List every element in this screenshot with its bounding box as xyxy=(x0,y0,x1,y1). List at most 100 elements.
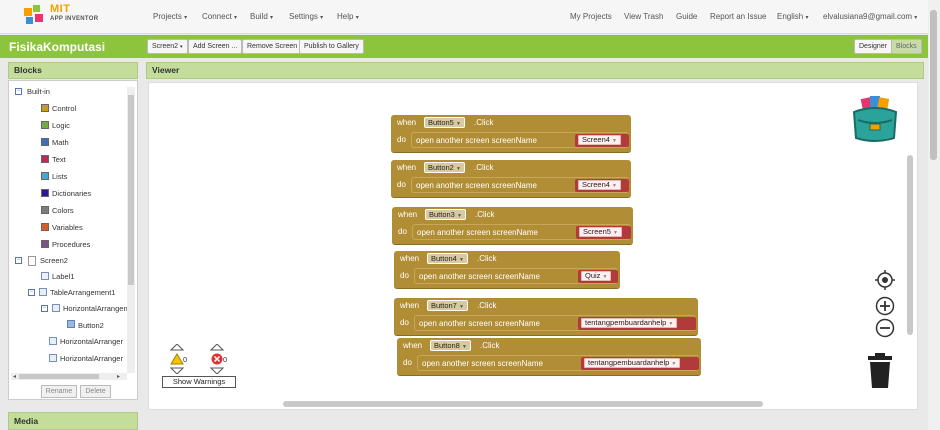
component-dropdown[interactable]: Button5 ▼ xyxy=(424,117,465,128)
tree-label1[interactable]: Label1 xyxy=(52,272,75,281)
add-screen-button[interactable]: Add Screen ... xyxy=(188,39,243,54)
event-block-button8-click[interactable]: when Button8 ▼ .Click do open another sc… xyxy=(397,338,701,376)
math-color-icon xyxy=(41,138,49,146)
tree-logic[interactable]: Logic xyxy=(52,121,70,130)
workspace-vertical-scrollbar[interactable] xyxy=(907,155,913,335)
screen-name-text-block[interactable]: tentangpembuardanhelp ▼ xyxy=(578,317,696,330)
screen-name-text-block[interactable]: Quiz ▼ xyxy=(578,270,618,283)
open-another-screen-block[interactable]: open another screen screenName Screen4 ▼ xyxy=(411,132,629,148)
tree-screen2[interactable]: Screen2 xyxy=(40,256,68,265)
delete-button[interactable]: Delete xyxy=(80,385,111,398)
tree-table-arrangement1[interactable]: TableArrangement1 xyxy=(50,288,115,297)
control-color-icon xyxy=(41,104,49,112)
media-panel-header: Media xyxy=(8,412,138,430)
designer-button[interactable]: Designer xyxy=(854,39,893,54)
scrollbar-thumb[interactable] xyxy=(930,10,937,160)
menu-build[interactable]: Build ▾ xyxy=(250,12,273,21)
link-my-projects[interactable]: My Projects xyxy=(570,12,612,21)
language-select[interactable]: English ▾ xyxy=(777,12,809,21)
menu-settings[interactable]: Settings ▾ xyxy=(289,12,323,21)
component-dropdown[interactable]: Button8 ▼ xyxy=(430,340,471,351)
collapse-icon[interactable]: − xyxy=(15,257,22,264)
open-another-screen-block[interactable]: open another screen screenName tentangpe… xyxy=(414,315,696,331)
menu-connect[interactable]: Connect ▾ xyxy=(202,12,237,21)
screen-name-dropdown[interactable]: tentangpembuardanhelp ▼ xyxy=(584,358,681,368)
event-block-button3-click[interactable]: when Button3 ▼ .Click do open another sc… xyxy=(392,207,633,245)
screen-select-button[interactable]: Screen2 ▾ xyxy=(147,39,188,54)
app-inventor-logo[interactable]: MIT APP INVENTOR xyxy=(22,3,112,29)
event-block-button5-click[interactable]: when Button5 ▼ .Click do open another sc… xyxy=(391,115,631,153)
tree-button2[interactable]: Button2 xyxy=(78,321,104,330)
open-another-screen-block[interactable]: open another screen screenName Screen4 ▼ xyxy=(411,177,629,193)
zoom-in-icon[interactable] xyxy=(875,296,895,316)
menu-projects[interactable]: Projects ▾ xyxy=(153,12,187,21)
component-dropdown[interactable]: Button4 ▼ xyxy=(427,253,468,264)
link-report-issue[interactable]: Report an Issue xyxy=(710,12,766,21)
rename-button[interactable]: Rename xyxy=(41,385,77,398)
scroll-left-icon[interactable]: ◂ xyxy=(13,373,16,380)
screen-name-text-block[interactable]: Screen5 ▼ xyxy=(576,226,631,239)
open-another-screen-block[interactable]: open another screen screenName Quiz ▼ xyxy=(414,268,618,284)
event-block-button2-click[interactable]: when Button2 ▼ .Click do open another sc… xyxy=(391,160,631,198)
open-another-screen-block[interactable]: open another screen screenName Screen5 ▼ xyxy=(412,224,631,240)
top-navigation-bar: MIT APP INVENTOR Projects ▾ Connect ▾ Bu… xyxy=(0,0,940,34)
event-block-button4-click[interactable]: when Button4 ▼ .Click do open another sc… xyxy=(394,251,620,289)
screen-name-text-block[interactable]: Screen4 ▼ xyxy=(575,134,629,147)
caret-down-icon: ▾ xyxy=(320,15,324,21)
tree-horizontal-arrangement[interactable]: HorizontalArrangen xyxy=(63,304,127,313)
tree-horizontal-arrangement[interactable]: HorizontalArranger xyxy=(60,354,123,363)
tree-dictionaries[interactable]: Dictionaries xyxy=(52,189,91,198)
publish-gallery-button[interactable]: Publish to Gallery xyxy=(299,39,364,54)
tree-colors[interactable]: Colors xyxy=(52,206,74,215)
click-label: .Click xyxy=(474,118,494,127)
screen-name-dropdown[interactable]: tentangpembuardanhelp ▼ xyxy=(581,318,678,328)
tree-math[interactable]: Math xyxy=(52,138,69,147)
scroll-right-icon[interactable]: ▸ xyxy=(117,373,120,380)
component-dropdown[interactable]: Button2 ▼ xyxy=(424,162,465,173)
scrollbar-thumb[interactable] xyxy=(128,95,134,285)
tree-vertical-scrollbar[interactable] xyxy=(127,87,135,373)
screen-name-dropdown[interactable]: Quiz ▼ xyxy=(581,271,612,281)
tree-horizontal-scrollbar[interactable] xyxy=(11,373,127,380)
event-block-button7-click[interactable]: when Button7 ▼ .Click do open another sc… xyxy=(394,298,698,336)
screen-name-dropdown[interactable]: Screen4 ▼ xyxy=(578,135,621,145)
trash-icon[interactable] xyxy=(867,353,893,389)
dropdown-arrow-icon: ▼ xyxy=(612,138,617,144)
link-view-trash[interactable]: View Trash xyxy=(624,12,663,21)
workspace-horizontal-scrollbar[interactable] xyxy=(283,401,763,407)
tree-variables[interactable]: Variables xyxy=(52,223,83,232)
menu-help[interactable]: Help ▾ xyxy=(337,12,359,21)
remove-screen-button[interactable]: Remove Screen xyxy=(242,39,303,54)
blocks-button[interactable]: Blocks xyxy=(891,39,922,54)
scrollbar-thumb[interactable] xyxy=(19,374,99,379)
account-menu[interactable]: elvalusiana9@gmail.com ▾ xyxy=(823,12,917,21)
tree-control[interactable]: Control xyxy=(52,104,76,113)
recenter-icon[interactable] xyxy=(875,270,895,290)
tree-builtin[interactable]: Built-in xyxy=(27,87,50,96)
backpack-icon[interactable] xyxy=(848,94,902,146)
viewer-panel-header: Viewer xyxy=(146,62,924,79)
screen-name-dropdown[interactable]: Screen5 ▼ xyxy=(579,227,622,237)
screen-name-text-block[interactable]: tentangpembuardanhelp ▼ xyxy=(581,357,699,370)
warning-nav-icon[interactable] xyxy=(170,344,184,374)
show-warnings-button[interactable]: Show Warnings xyxy=(162,376,236,388)
zoom-out-icon[interactable] xyxy=(875,318,895,338)
do-label: do xyxy=(397,180,406,189)
tree-text[interactable]: Text xyxy=(52,155,66,164)
screen-name-text-block[interactable]: Screen4 ▼ xyxy=(575,179,629,192)
tree-horizontal-arrangement[interactable]: HorizontalArranger xyxy=(60,337,123,346)
dropdown-arrow-icon: ▼ xyxy=(613,230,618,236)
component-dropdown[interactable]: Button7 ▼ xyxy=(427,300,468,311)
text-color-icon xyxy=(41,155,49,163)
collapse-icon[interactable]: − xyxy=(15,88,22,95)
error-nav-icon[interactable] xyxy=(210,344,224,374)
collapse-icon[interactable]: − xyxy=(28,289,35,296)
page-scrollbar[interactable] xyxy=(928,0,940,430)
collapse-icon[interactable]: − xyxy=(41,305,48,312)
screen-name-dropdown[interactable]: Screen4 ▼ xyxy=(578,180,621,190)
link-guide[interactable]: Guide xyxy=(676,12,697,21)
component-dropdown[interactable]: Button3 ▼ xyxy=(425,209,466,220)
tree-procedures[interactable]: Procedures xyxy=(52,240,90,249)
open-another-screen-block[interactable]: open another screen screenName tentangpe… xyxy=(417,355,699,371)
tree-lists[interactable]: Lists xyxy=(52,172,67,181)
